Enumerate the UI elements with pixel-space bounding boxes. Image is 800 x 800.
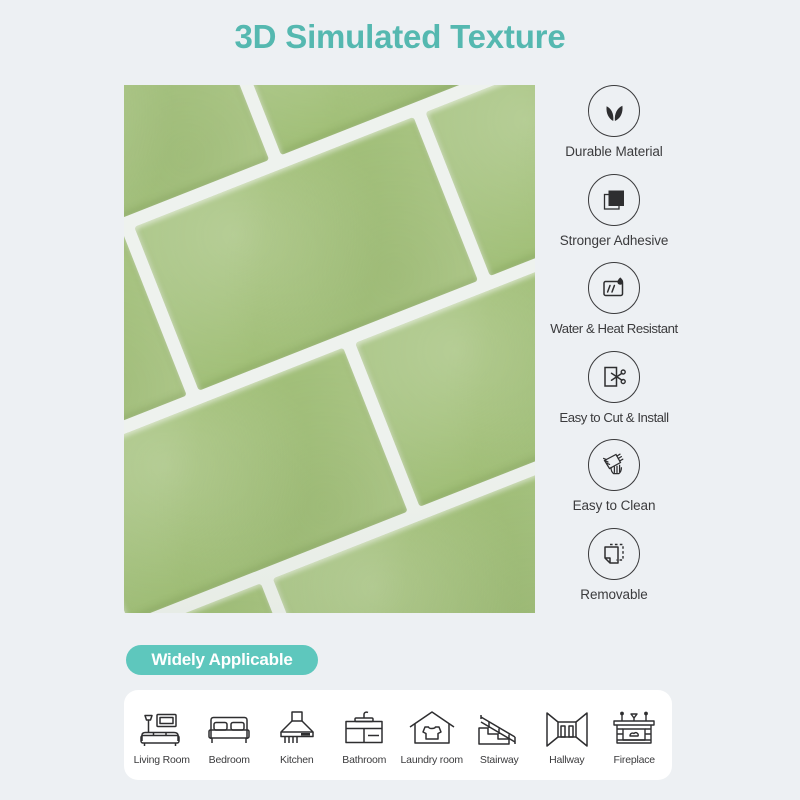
- feature-easy-to-cut-install: Easy to Cut & Install: [545, 350, 683, 425]
- stairs-icon: [466, 705, 534, 751]
- room-label: Stairway: [479, 753, 519, 766]
- room-label: Bedroom: [208, 753, 250, 766]
- water-flame-tile-icon: [599, 273, 629, 303]
- feature-icon-circle: [588, 439, 640, 491]
- vanity-sink-icon: [331, 705, 399, 751]
- feature-label: Easy to Clean: [572, 498, 656, 513]
- leaves-icon: [599, 96, 629, 126]
- room-bedroom: Bedroom: [196, 705, 264, 766]
- feature-label: Stronger Adhesive: [559, 232, 669, 248]
- corridor-icon: [533, 705, 601, 751]
- feature-label: Water & Heat Resistant: [550, 321, 678, 336]
- feature-removable: Removable: [545, 527, 683, 602]
- stacked-squares-icon: [599, 185, 629, 215]
- feature-icon-circle: [588, 350, 640, 403]
- feature-icon-circle: [588, 173, 640, 226]
- room-hallway: Hallway: [533, 705, 601, 766]
- scissors-cut-icon: [599, 362, 629, 392]
- room-label: Hallway: [549, 753, 585, 766]
- room-label: Laundry room: [400, 753, 464, 766]
- room-stairway: Stairway: [466, 705, 534, 766]
- applicable-rooms-card: Living Room Bedroom Kitchen Bathroom Lau…: [124, 690, 672, 780]
- feature-durable-material: Durable Material: [545, 85, 683, 159]
- feature-icon-circle: [588, 85, 640, 137]
- sofa-lamp-tv-icon: [128, 705, 196, 751]
- room-kitchen: Kitchen: [263, 705, 331, 766]
- room-label: Bathroom: [342, 753, 387, 766]
- feature-easy-to-clean: Easy to Clean: [545, 439, 683, 513]
- room-label: Living Room: [133, 753, 190, 766]
- feature-water-heat-resistant: Water & Heat Resistant: [545, 262, 683, 336]
- range-hood-icon: [263, 705, 331, 751]
- room-bathroom: Bathroom: [331, 705, 399, 766]
- house-shirt-icon: [398, 705, 466, 751]
- page-title: 3D Simulated Texture: [234, 18, 566, 55]
- feature-icon-circle: [588, 262, 640, 314]
- feature-icon-circle: [588, 527, 640, 580]
- product-tile-image: [124, 85, 535, 613]
- room-laundry-room: Laundry room: [398, 705, 466, 766]
- feature-label: Easy to Cut & Install: [559, 409, 669, 425]
- feature-list: Durable Material Stronger Adhesive Water…: [545, 85, 683, 616]
- bed-icon: [196, 705, 264, 751]
- feature-label: Durable Material: [565, 144, 663, 159]
- feature-stronger-adhesive: Stronger Adhesive: [545, 173, 683, 248]
- room-label: Kitchen: [279, 753, 314, 766]
- room-living-room: Living Room: [128, 705, 196, 766]
- feature-label: Removable: [580, 586, 648, 602]
- room-fireplace: Fireplace: [601, 705, 669, 766]
- fireplace-icon: [601, 705, 669, 751]
- peeling-sheet-icon: [599, 539, 629, 569]
- tile-pattern: [124, 85, 535, 613]
- hand-brush-icon: [599, 450, 629, 480]
- room-label: Fireplace: [613, 753, 656, 766]
- widely-applicable-badge: Widely Applicable: [126, 645, 318, 675]
